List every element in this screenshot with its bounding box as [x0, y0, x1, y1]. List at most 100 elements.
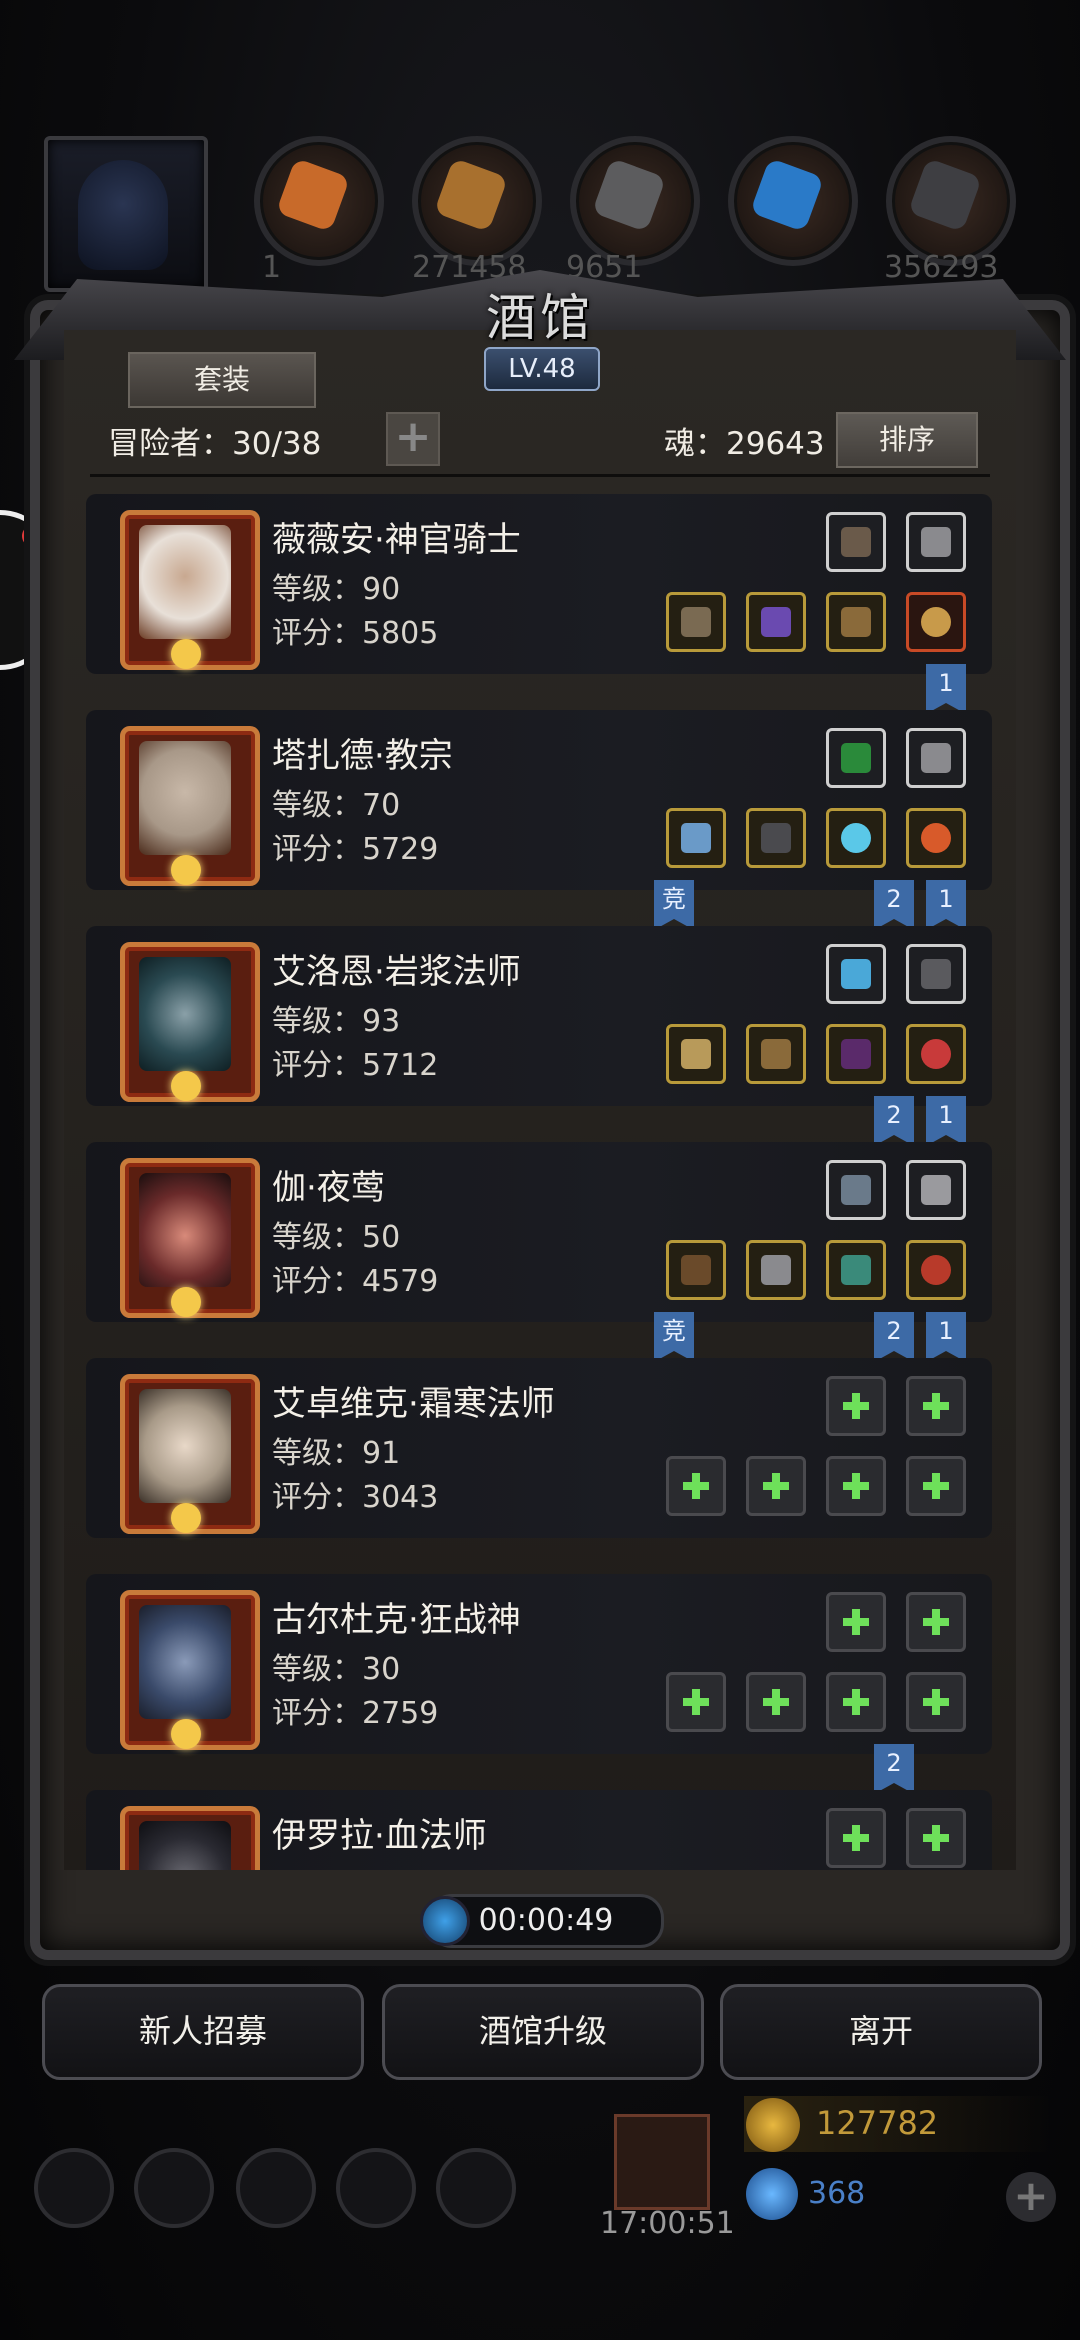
gift-timer: 17:00:51 [600, 2206, 735, 2241]
expand-slots-button[interactable]: + [386, 412, 440, 466]
add-equip-plus-icon[interactable] [906, 1672, 966, 1732]
hero-name: 塔扎德·教宗 [272, 736, 453, 776]
equip-slot-bead-necklace-icon[interactable] [906, 1240, 966, 1300]
hero-portrait [120, 726, 260, 886]
equip-slot-crystal-icon[interactable] [826, 944, 886, 1004]
moon-icon [171, 1287, 201, 1317]
hero-card[interactable]: 艾卓维克·霜寒法师 等级：91 评分：3043 [86, 1358, 992, 1538]
hero-name: 伽·夜莺 [272, 1168, 385, 1208]
resource-iron-icon[interactable] [570, 136, 700, 266]
equip-slot-dagger-icon[interactable] [906, 728, 966, 788]
hero-card[interactable]: 伽·夜莺 等级：50 评分：4579 [86, 1142, 992, 1322]
equip-slot-armor-icon[interactable] [746, 592, 806, 652]
hero-portrait [120, 1590, 260, 1750]
hero-card[interactable]: 塔扎德·教宗 等级：70 评分：5729 [86, 710, 992, 890]
set-button[interactable]: 套装 [128, 352, 316, 408]
hero-score: 评分：5712 [272, 1048, 439, 1083]
arena-flag: 竞 [654, 1312, 694, 1362]
equip-slot-armor-icon[interactable] [746, 1024, 806, 1084]
player-avatar[interactable] [44, 136, 208, 292]
add-currency-button[interactable]: + [1006, 2172, 1056, 2222]
equip-slot-boots-icon[interactable] [826, 1240, 886, 1300]
settings-gear-icon[interactable] [34, 2148, 114, 2228]
forge-icon[interactable] [236, 2148, 316, 2228]
gift-box-icon[interactable] [614, 2114, 710, 2210]
gem-icon [746, 2168, 798, 2220]
resource-wood-icon[interactable] [254, 136, 384, 266]
clock-icon [420, 1896, 470, 1946]
hero-portrait [120, 1158, 260, 1318]
equip-slot-tome-icon[interactable] [826, 1160, 886, 1220]
hero-level: 等级：50 [272, 1220, 401, 1255]
resource-crystal-icon[interactable] [728, 136, 858, 266]
equip-slot-gloves-icon[interactable] [826, 1024, 886, 1084]
equip-slot-vest-icon[interactable] [746, 1240, 806, 1300]
equip-slot-staff-icon[interactable] [666, 1024, 726, 1084]
panel-title: 酒馆 [486, 289, 594, 347]
hero-name: 薇薇安·神官骑士 [272, 520, 521, 560]
soul-count: 魂：29643 [664, 426, 825, 462]
hero-portrait [120, 1374, 260, 1534]
hero-card[interactable]: 薇薇安·神官骑士 等级：90 评分：5805 [86, 494, 992, 674]
rank-flag: 1 [926, 880, 966, 930]
quest-icon[interactable] [134, 2148, 214, 2228]
map-icon[interactable] [436, 2148, 516, 2228]
mail-icon[interactable] [336, 2148, 416, 2228]
add-equip-plus-icon[interactable] [826, 1808, 886, 1868]
equip-slot-bow-icon[interactable] [666, 1240, 726, 1300]
rank-flag: 2 [874, 1096, 914, 1146]
rank-flag: 2 [874, 880, 914, 930]
moon-icon [171, 855, 201, 885]
hero-name: 艾卓维克·霜寒法师 [272, 1384, 555, 1424]
rank-flag: 1 [926, 664, 966, 714]
sort-button[interactable]: 排序 [836, 412, 978, 468]
equip-slot-book-icon[interactable] [826, 728, 886, 788]
add-equip-plus-icon[interactable] [826, 1376, 886, 1436]
recruit-button[interactable]: 新人招募 [42, 1984, 364, 2080]
add-equip-plus-icon[interactable] [906, 1456, 966, 1516]
equip-slot-gem-ring-icon[interactable] [906, 808, 966, 868]
equip-slot-hammer-icon[interactable] [666, 592, 726, 652]
hero-card[interactable]: 艾洛恩·岩浆法师 等级：93 评分：5712 [86, 926, 992, 1106]
add-equip-plus-icon[interactable] [906, 1808, 966, 1868]
hero-card[interactable]: 伊罗拉·血法师 [86, 1790, 992, 1870]
hero-name: 伊罗拉·血法师 [272, 1816, 487, 1856]
add-equip-plus-icon[interactable] [826, 1672, 886, 1732]
hero-score: 评分：2759 [272, 1696, 439, 1731]
rank-flag: 2 [874, 1312, 914, 1362]
equip-slot-shield-icon[interactable] [826, 512, 886, 572]
add-equip-plus-icon[interactable] [826, 1456, 886, 1516]
hero-list[interactable]: 薇薇安·神官骑士 等级：90 评分：5805 1 塔扎德·教宗 等级：70 评分… [86, 490, 992, 1870]
rank-flag: 1 [926, 1096, 966, 1146]
equip-slot-ring-icon[interactable] [826, 808, 886, 868]
equip-slot-dagger-icon[interactable] [906, 512, 966, 572]
add-equip-plus-icon[interactable] [746, 1672, 806, 1732]
add-equip-plus-icon[interactable] [666, 1456, 726, 1516]
add-equip-plus-icon[interactable] [906, 1592, 966, 1652]
hero-level: 等级：93 [272, 1004, 401, 1039]
gold-coin-icon [746, 2098, 800, 2152]
equip-slot-cloak-icon[interactable] [826, 592, 886, 652]
add-equip-plus-icon[interactable] [826, 1592, 886, 1652]
avatar-portrait [78, 160, 168, 270]
add-equip-plus-icon[interactable] [666, 1672, 726, 1732]
equip-slot-blade-icon[interactable] [906, 1160, 966, 1220]
tavern-level-badge: LV.48 [484, 347, 600, 391]
upgrade-tavern-button[interactable]: 酒馆升级 [382, 1984, 704, 2080]
equip-slot-necklace-icon[interactable] [906, 1024, 966, 1084]
hero-level: 等级：91 [272, 1436, 401, 1471]
add-equip-plus-icon[interactable] [906, 1376, 966, 1436]
equip-slot-mace-icon[interactable] [666, 808, 726, 868]
hero-card[interactable]: 古尔杜克·狂战神 等级：30 评分：2759 [86, 1574, 992, 1754]
leave-button[interactable]: 离开 [720, 1984, 1042, 2080]
hero-level: 等级：70 [272, 788, 401, 823]
add-equip-plus-icon[interactable] [746, 1456, 806, 1516]
resource-plank-icon[interactable] [412, 136, 542, 266]
resource-steel-icon[interactable] [886, 136, 1016, 266]
equip-slot-mask-icon[interactable] [906, 944, 966, 1004]
moon-icon [171, 1719, 201, 1749]
rank-flag: 2 [874, 1744, 914, 1794]
equip-slot-robe-icon[interactable] [746, 808, 806, 868]
equip-slot-amulet-icon[interactable] [906, 592, 966, 652]
moon-icon [171, 1071, 201, 1101]
